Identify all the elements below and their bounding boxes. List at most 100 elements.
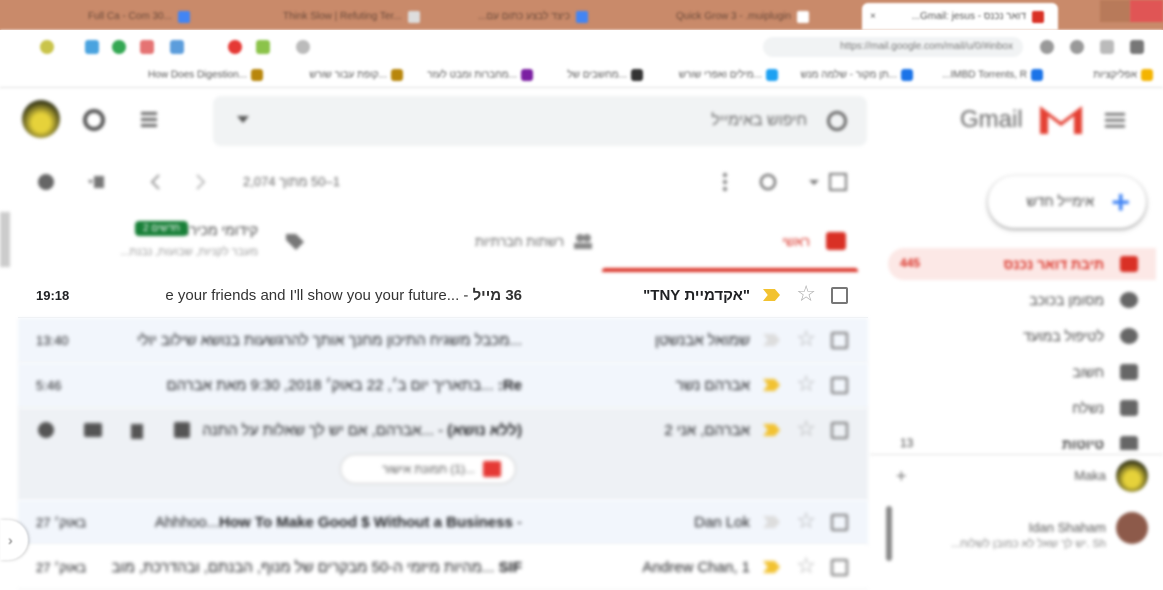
tab-title: Quick Grow 3 - .muiplugin: [676, 11, 792, 22]
subject-snippet: SIF ...מהיות מיזמי ה-50 מבקרים של מנוף, …: [112, 559, 522, 576]
apps-grid-icon[interactable]: [137, 108, 161, 132]
browser-tab[interactable]: Think Slow | Refuting Ter...: [275, 3, 465, 30]
browser-tab[interactable]: Quick Grow 3 - .muiplugin: [668, 3, 858, 30]
sidebar-item-drafts[interactable]: טיוטות 13: [888, 428, 1156, 450]
row-checkbox[interactable]: [831, 422, 848, 439]
omnibox[interactable]: https://mail.google.com/mail/u/0/#inbox: [763, 37, 1023, 57]
star-icon[interactable]: ☆: [796, 282, 816, 306]
add-contact-icon[interactable]: +: [896, 466, 907, 487]
forward-icon[interactable]: [1100, 40, 1114, 54]
star-icon[interactable]: ☆: [796, 372, 816, 396]
email-row[interactable]: ☆ 1 ,Andrew Chan SIF ...מהיות מיזמי ה-50…: [18, 545, 868, 590]
tab-promotions[interactable]: קידומי מכירות 2 חדשים ...מעבר לקניות, שב…: [18, 212, 318, 270]
hangouts-last-message: ...יש לך שאל לא כמובן לשלוח. Sh: [951, 538, 1106, 550]
star-icon[interactable]: ☆: [796, 554, 816, 578]
browser-tab-active[interactable]: × דואר נכנס - Gmail: jesus...: [862, 3, 1058, 30]
bookmark-favicon-icon: [901, 69, 913, 81]
important-marker-icon[interactable]: [763, 289, 780, 301]
newer-chevron-icon[interactable]: [190, 172, 210, 192]
extension-icon[interactable]: [85, 40, 99, 54]
profile-icon[interactable]: [40, 40, 54, 54]
tab-social[interactable]: רשתות חברתיות: [302, 212, 602, 270]
older-chevron-icon[interactable]: [146, 172, 166, 192]
bookmark-item[interactable]: ...מחברות ומבט לעזר: [427, 69, 533, 81]
tab-title: Think Slow | Refuting Ter...: [283, 11, 402, 22]
sidebar-item-label: תיבת דואר נכנס: [1003, 256, 1104, 272]
important-marker-icon[interactable]: [763, 334, 780, 346]
maximize-icon[interactable]: [1100, 0, 1130, 22]
browser-tab[interactable]: Full Ca - Com 30...: [80, 3, 270, 30]
extension-icon[interactable]: [112, 40, 126, 54]
important-marker-icon[interactable]: [763, 561, 780, 573]
important-marker-icon[interactable]: [763, 424, 780, 436]
browser-tab[interactable]: ...כיצד לבצע כתום עם: [470, 3, 660, 30]
row-checkbox[interactable]: [831, 377, 848, 394]
pagination-count: 1–50 מתוך 2,074: [243, 174, 340, 189]
sidebar-item-starred[interactable]: מסומן בכוכב: [888, 284, 1156, 316]
bookmarks-bar: אפליקציות IMBD Torrents, R... ...תן מקור…: [0, 64, 1163, 88]
important-marker-icon[interactable]: [763, 516, 780, 528]
row-checkbox[interactable]: [831, 514, 848, 531]
gmail-logo-icon[interactable]: [1038, 102, 1084, 136]
scrollbar[interactable]: [0, 212, 10, 267]
email-row[interactable]: ☆ Dan Lok - Ahhhoo...How To Make Good $ …: [18, 500, 868, 545]
sidebar-item-inbox[interactable]: תיבת דואר נכנס 445: [888, 248, 1156, 280]
minimize-icon[interactable]: [1070, 0, 1100, 22]
star-icon[interactable]: ☆: [796, 509, 816, 533]
snooze-icon[interactable]: [36, 420, 56, 440]
archive-icon[interactable]: [172, 420, 192, 440]
bookmark-item[interactable]: ...How Does Digestion: [148, 69, 263, 81]
bookmark-item[interactable]: ...תן מקור - שלמה מנש: [801, 69, 913, 81]
extension-icon[interactable]: [170, 40, 184, 54]
attachment-chip[interactable]: ...(1) תמונת אישור: [340, 454, 516, 484]
sidebar-item-snoozed[interactable]: לטיפול במועד: [888, 320, 1156, 352]
row-checkbox[interactable]: [831, 287, 848, 304]
search-options-dropdown-icon[interactable]: [237, 116, 249, 123]
delete-icon[interactable]: [128, 420, 146, 440]
account-avatar[interactable]: [22, 100, 60, 138]
sidebar-item-sent[interactable]: נשלח: [888, 392, 1156, 424]
sidebar-item-important[interactable]: חשוב: [888, 356, 1156, 388]
star-icon[interactable]: ☆: [796, 327, 816, 351]
bookmark-item[interactable]: אפליקציות: [1093, 69, 1153, 81]
tab-primary[interactable]: ראשי: [602, 212, 858, 272]
main-menu-icon[interactable]: [1103, 108, 1127, 132]
row-checkbox[interactable]: [831, 559, 848, 576]
input-tools-icon[interactable]: [88, 172, 108, 192]
settings-gear-icon[interactable]: [82, 108, 106, 132]
mark-read-icon[interactable]: [82, 420, 104, 440]
star-bookmark-icon[interactable]: [296, 40, 310, 54]
search-box[interactable]: חיפוש באימייל: [213, 96, 867, 146]
sidebar-item-label: טיוטות: [1062, 436, 1104, 450]
email-row[interactable]: ☆ שמואל אבנשטן ...מכבל משגיח התיכון מחנך…: [18, 318, 868, 363]
bookmark-item[interactable]: ...מילים ואפרי שורש: [679, 69, 778, 81]
row-checkbox[interactable]: [831, 332, 848, 349]
select-all-checkbox[interactable]: [828, 172, 848, 192]
gmail-wordmark: Gmail: [960, 106, 1023, 133]
compose-label: אימייל חדש: [1026, 193, 1094, 209]
extension-icon[interactable]: [140, 40, 154, 54]
more-options-icon[interactable]: [715, 172, 735, 192]
back-icon[interactable]: [1130, 40, 1144, 54]
important-marker-icon[interactable]: [763, 379, 780, 391]
hangouts-contact[interactable]: Idan Shaham ...יש לך שאל לא כמובן לשלוח.…: [888, 512, 1156, 552]
settings-icon[interactable]: [36, 172, 56, 192]
email-row-hovered[interactable]: ☆ אברהם, אני 2 (ללא נושא) - ...אברהם, אם…: [18, 408, 868, 500]
select-dropdown-icon[interactable]: [808, 172, 820, 192]
refresh-icon[interactable]: [758, 172, 778, 192]
email-row[interactable]: ☆ אברהם נשר Re: ...בתאריך יום ב׳, 22 באו…: [18, 363, 868, 408]
hangouts-self[interactable]: Maka +: [888, 460, 1156, 500]
extension-icon[interactable]: [256, 40, 270, 54]
reload-icon[interactable]: [1070, 40, 1084, 54]
home-icon[interactable]: [1040, 40, 1054, 54]
bookmark-item[interactable]: ...קופת עבור שורש: [309, 69, 403, 81]
extension-icon[interactable]: [228, 40, 242, 54]
bookmark-item[interactable]: IMBD Torrents, R...: [942, 69, 1043, 81]
sidebar-scrollbar[interactable]: [886, 506, 892, 561]
email-row[interactable]: ☆ "אקדמיית TNY" 36 מייל - ...e your frie…: [18, 273, 868, 318]
search-icon[interactable]: [827, 111, 847, 131]
bookmark-item[interactable]: ...מחשבים של: [567, 69, 643, 81]
close-window-icon[interactable]: [1130, 0, 1163, 22]
star-icon[interactable]: ☆: [796, 417, 816, 441]
compose-button[interactable]: + אימייל חדש: [988, 176, 1146, 228]
